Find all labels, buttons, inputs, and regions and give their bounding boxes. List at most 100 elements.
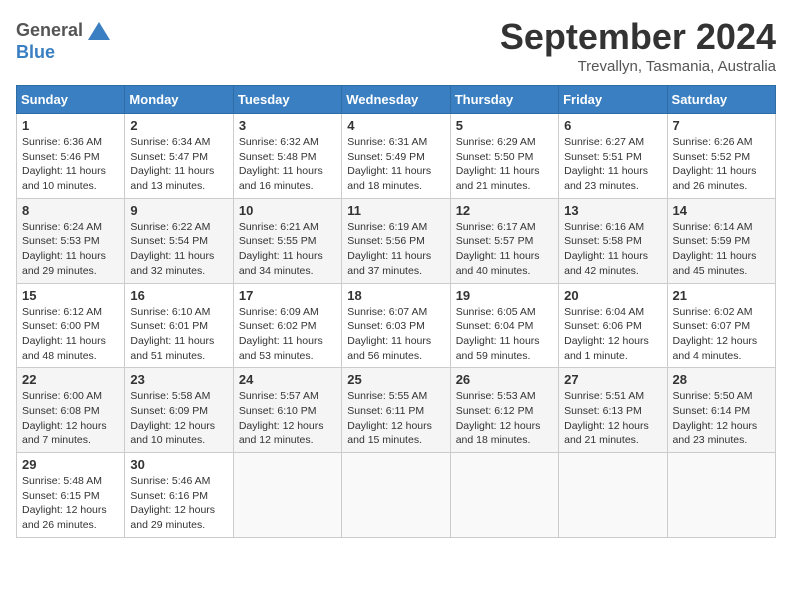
sunrise-text: Sunrise: 5:48 AM (22, 475, 102, 487)
day-cell-10: 10 Sunrise: 6:21 AM Sunset: 5:55 PM Dayl… (233, 198, 341, 283)
day-info: Sunrise: 6:19 AM Sunset: 5:56 PM Dayligh… (347, 220, 444, 279)
day-cell-29: 29 Sunrise: 5:48 AM Sunset: 6:15 PM Dayl… (17, 453, 125, 538)
day-cell-4: 4 Sunrise: 6:31 AM Sunset: 5:49 PM Dayli… (342, 114, 450, 199)
sunset-text: Sunset: 6:14 PM (673, 405, 751, 417)
month-title: September 2024 (500, 16, 776, 58)
sunrise-text: Sunrise: 6:21 AM (239, 221, 319, 233)
day-cell-26: 26 Sunrise: 5:53 AM Sunset: 6:12 PM Dayl… (450, 368, 558, 453)
sunset-text: Sunset: 5:57 PM (456, 235, 534, 247)
day-info: Sunrise: 6:26 AM Sunset: 5:52 PM Dayligh… (673, 135, 770, 194)
daylight-text: Daylight: 12 hours and 21 minutes. (564, 420, 649, 447)
day-number: 9 (130, 203, 227, 218)
sunset-text: Sunset: 5:58 PM (564, 235, 642, 247)
sunset-text: Sunset: 6:03 PM (347, 320, 425, 332)
sunrise-text: Sunrise: 6:22 AM (130, 221, 210, 233)
daylight-text: Daylight: 12 hours and 29 minutes. (130, 504, 215, 531)
day-info: Sunrise: 6:36 AM Sunset: 5:46 PM Dayligh… (22, 135, 119, 194)
day-number: 10 (239, 203, 336, 218)
location-title: Trevallyn, Tasmania, Australia (500, 58, 776, 75)
sunset-text: Sunset: 6:08 PM (22, 405, 100, 417)
day-cell-15: 15 Sunrise: 6:12 AM Sunset: 6:00 PM Dayl… (17, 283, 125, 368)
day-info: Sunrise: 5:57 AM Sunset: 6:10 PM Dayligh… (239, 389, 336, 448)
day-info: Sunrise: 6:05 AM Sunset: 6:04 PM Dayligh… (456, 305, 553, 364)
daylight-text: Daylight: 11 hours and 53 minutes. (239, 335, 323, 362)
sunrise-text: Sunrise: 5:46 AM (130, 475, 210, 487)
daylight-text: Daylight: 11 hours and 48 minutes. (22, 335, 106, 362)
sunrise-text: Sunrise: 6:05 AM (456, 306, 536, 318)
calendar-week-3: 15 Sunrise: 6:12 AM Sunset: 6:00 PM Dayl… (17, 283, 776, 368)
sunrise-text: Sunrise: 5:57 AM (239, 390, 319, 402)
daylight-text: Daylight: 12 hours and 4 minutes. (673, 335, 758, 362)
empty-cell (450, 453, 558, 538)
sunrise-text: Sunrise: 6:27 AM (564, 136, 644, 148)
day-info: Sunrise: 6:22 AM Sunset: 5:54 PM Dayligh… (130, 220, 227, 279)
day-number: 1 (22, 118, 119, 133)
sunrise-text: Sunrise: 6:07 AM (347, 306, 427, 318)
daylight-text: Daylight: 11 hours and 21 minutes. (456, 165, 540, 192)
day-number: 6 (564, 118, 661, 133)
sunrise-text: Sunrise: 6:34 AM (130, 136, 210, 148)
day-number: 5 (456, 118, 553, 133)
day-cell-22: 22 Sunrise: 6:00 AM Sunset: 6:08 PM Dayl… (17, 368, 125, 453)
day-number: 29 (22, 457, 119, 472)
weekday-header-monday: Monday (125, 86, 233, 114)
day-info: Sunrise: 6:09 AM Sunset: 6:02 PM Dayligh… (239, 305, 336, 364)
sunset-text: Sunset: 6:02 PM (239, 320, 317, 332)
weekday-header-sunday: Sunday (17, 86, 125, 114)
sunrise-text: Sunrise: 5:55 AM (347, 390, 427, 402)
title-block: September 2024 Trevallyn, Tasmania, Aust… (500, 16, 776, 75)
sunrise-text: Sunrise: 6:02 AM (673, 306, 753, 318)
daylight-text: Daylight: 12 hours and 18 minutes. (456, 420, 541, 447)
day-number: 26 (456, 372, 553, 387)
day-number: 11 (347, 203, 444, 218)
day-cell-23: 23 Sunrise: 5:58 AM Sunset: 6:09 PM Dayl… (125, 368, 233, 453)
day-info: Sunrise: 6:34 AM Sunset: 5:47 PM Dayligh… (130, 135, 227, 194)
day-number: 7 (673, 118, 770, 133)
weekday-header-thursday: Thursday (450, 86, 558, 114)
sunset-text: Sunset: 6:01 PM (130, 320, 208, 332)
sunset-text: Sunset: 6:16 PM (130, 490, 208, 502)
empty-cell (559, 453, 667, 538)
day-info: Sunrise: 6:10 AM Sunset: 6:01 PM Dayligh… (130, 305, 227, 364)
day-number: 17 (239, 288, 336, 303)
sunset-text: Sunset: 5:59 PM (673, 235, 751, 247)
sunset-text: Sunset: 6:15 PM (22, 490, 100, 502)
day-number: 19 (456, 288, 553, 303)
calendar-week-4: 22 Sunrise: 6:00 AM Sunset: 6:08 PM Dayl… (17, 368, 776, 453)
day-info: Sunrise: 6:27 AM Sunset: 5:51 PM Dayligh… (564, 135, 661, 194)
calendar-week-1: 1 Sunrise: 6:36 AM Sunset: 5:46 PM Dayli… (17, 114, 776, 199)
sunrise-text: Sunrise: 6:09 AM (239, 306, 319, 318)
daylight-text: Daylight: 11 hours and 13 minutes. (130, 165, 214, 192)
daylight-text: Daylight: 11 hours and 42 minutes. (564, 250, 648, 277)
sunset-text: Sunset: 5:56 PM (347, 235, 425, 247)
day-cell-11: 11 Sunrise: 6:19 AM Sunset: 5:56 PM Dayl… (342, 198, 450, 283)
day-cell-9: 9 Sunrise: 6:22 AM Sunset: 5:54 PM Dayli… (125, 198, 233, 283)
day-cell-19: 19 Sunrise: 6:05 AM Sunset: 6:04 PM Dayl… (450, 283, 558, 368)
calendar-week-5: 29 Sunrise: 5:48 AM Sunset: 6:15 PM Dayl… (17, 453, 776, 538)
day-number: 28 (673, 372, 770, 387)
sunrise-text: Sunrise: 6:14 AM (673, 221, 753, 233)
sunset-text: Sunset: 6:12 PM (456, 405, 534, 417)
daylight-text: Daylight: 12 hours and 12 minutes. (239, 420, 324, 447)
daylight-text: Daylight: 12 hours and 23 minutes. (673, 420, 758, 447)
day-info: Sunrise: 6:24 AM Sunset: 5:53 PM Dayligh… (22, 220, 119, 279)
sunset-text: Sunset: 6:07 PM (673, 320, 751, 332)
sunrise-text: Sunrise: 6:24 AM (22, 221, 102, 233)
day-cell-17: 17 Sunrise: 6:09 AM Sunset: 6:02 PM Dayl… (233, 283, 341, 368)
daylight-text: Daylight: 12 hours and 7 minutes. (22, 420, 107, 447)
day-info: Sunrise: 6:16 AM Sunset: 5:58 PM Dayligh… (564, 220, 661, 279)
day-cell-7: 7 Sunrise: 6:26 AM Sunset: 5:52 PM Dayli… (667, 114, 775, 199)
daylight-text: Daylight: 11 hours and 34 minutes. (239, 250, 323, 277)
empty-cell (233, 453, 341, 538)
sunrise-text: Sunrise: 6:00 AM (22, 390, 102, 402)
sunset-text: Sunset: 6:10 PM (239, 405, 317, 417)
day-info: Sunrise: 6:14 AM Sunset: 5:59 PM Dayligh… (673, 220, 770, 279)
day-number: 21 (673, 288, 770, 303)
day-cell-8: 8 Sunrise: 6:24 AM Sunset: 5:53 PM Dayli… (17, 198, 125, 283)
sunset-text: Sunset: 5:53 PM (22, 235, 100, 247)
day-cell-28: 28 Sunrise: 5:50 AM Sunset: 6:14 PM Dayl… (667, 368, 775, 453)
daylight-text: Daylight: 11 hours and 32 minutes. (130, 250, 214, 277)
day-info: Sunrise: 5:50 AM Sunset: 6:14 PM Dayligh… (673, 389, 770, 448)
day-cell-2: 2 Sunrise: 6:34 AM Sunset: 5:47 PM Dayli… (125, 114, 233, 199)
day-cell-21: 21 Sunrise: 6:02 AM Sunset: 6:07 PM Dayl… (667, 283, 775, 368)
